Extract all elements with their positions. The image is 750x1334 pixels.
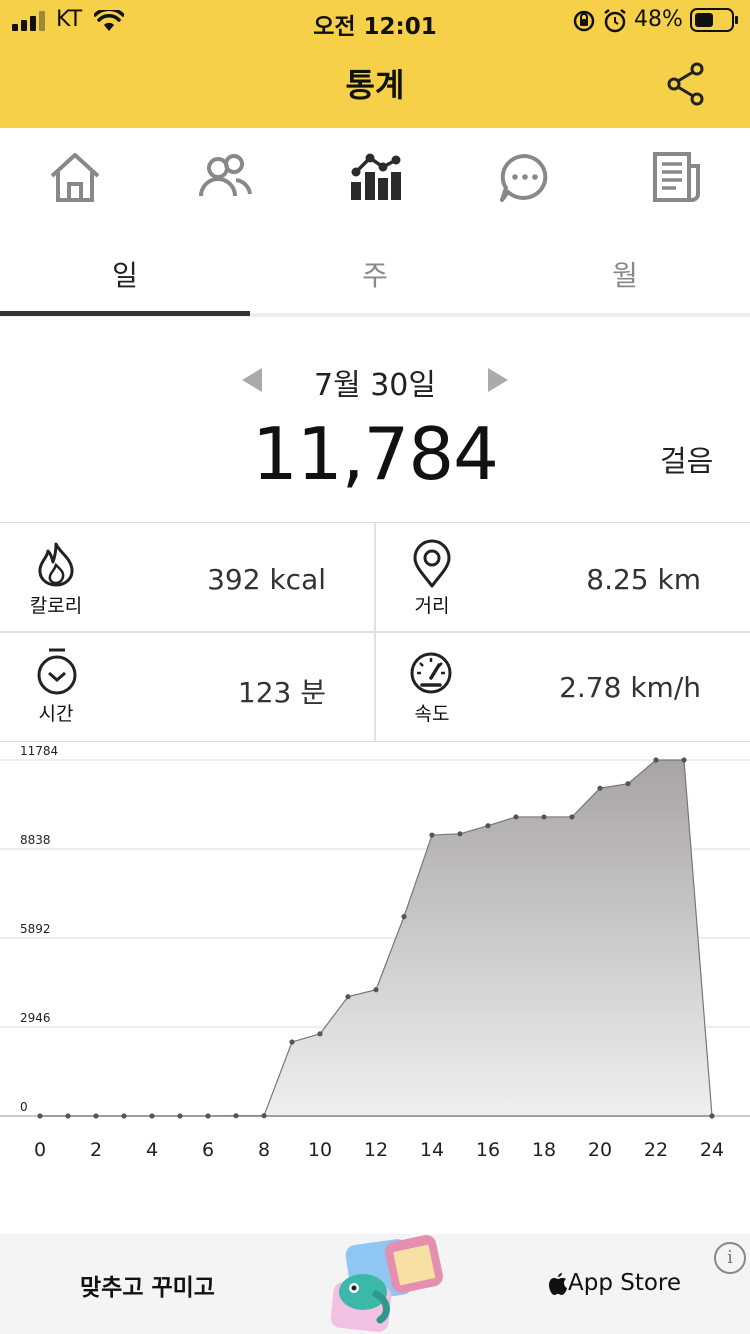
ad-game-image xyxy=(330,1235,443,1332)
time-label: 시간 xyxy=(38,703,74,725)
stopwatch-icon xyxy=(37,648,77,695)
data-point xyxy=(401,914,407,920)
data-point xyxy=(65,1113,71,1119)
x-tick-label: 0 xyxy=(34,1139,46,1161)
data-point xyxy=(681,757,687,763)
step-count: 11,784 xyxy=(252,412,499,496)
flame-icon xyxy=(38,542,74,587)
ad-text: 맞추고 꾸미고 xyxy=(80,1275,215,1301)
grid-divider-horizontal xyxy=(0,631,750,633)
chat-icon xyxy=(500,153,548,202)
data-point xyxy=(541,814,547,820)
data-point xyxy=(625,781,631,787)
data-point xyxy=(485,823,491,829)
ad-banner[interactable]: 맞추고 꾸미고 App Store i xyxy=(0,1234,750,1334)
date-selector: 7월 30일 xyxy=(0,360,750,403)
data-point xyxy=(177,1113,183,1119)
data-point xyxy=(205,1113,211,1119)
top-bar: KT 오전 12:01 48% 통계 xyxy=(0,0,750,128)
next-date-button[interactable] xyxy=(488,368,508,392)
data-point xyxy=(121,1113,127,1119)
active-tab-indicator xyxy=(0,311,250,316)
x-tick-label: 14 xyxy=(420,1139,444,1161)
nav-news[interactable] xyxy=(646,150,706,210)
nav-friends[interactable] xyxy=(196,150,256,210)
apple-logo-icon xyxy=(549,1273,567,1295)
x-tick-label: 8 xyxy=(258,1139,270,1161)
selected-date: 7월 30일 xyxy=(314,368,436,403)
x-tick-label: 16 xyxy=(476,1139,500,1161)
home-icon xyxy=(50,153,100,202)
main-nav xyxy=(0,128,750,229)
data-point xyxy=(653,757,659,763)
location-pin-icon xyxy=(413,539,451,588)
stats-icon xyxy=(351,153,401,200)
data-point xyxy=(37,1113,43,1119)
stats-grid: 칼로리 392 kcal 거리 8.25 km 시간 123 분 속도 2.78… xyxy=(0,522,750,742)
x-tick-label: 10 xyxy=(308,1139,332,1161)
x-tick-label: 22 xyxy=(644,1139,668,1161)
share-icon[interactable] xyxy=(666,62,706,106)
data-point xyxy=(317,1031,323,1037)
news-icon xyxy=(653,152,700,202)
data-point xyxy=(149,1113,155,1119)
battery-percent: 48% xyxy=(634,7,683,32)
nav-stats[interactable] xyxy=(346,150,406,210)
tab-month[interactable]: 월 xyxy=(500,254,750,294)
time-value: 123 분 xyxy=(237,676,326,709)
x-tick-label: 6 xyxy=(202,1139,214,1161)
status-bar: KT 오전 12:01 48% xyxy=(0,0,750,40)
data-point xyxy=(597,785,603,791)
data-point xyxy=(457,831,463,837)
data-point xyxy=(709,1113,715,1119)
y-tick-label: 8838 xyxy=(20,833,51,847)
data-point xyxy=(513,814,519,820)
data-point xyxy=(93,1113,99,1119)
speedometer-icon xyxy=(410,652,452,694)
data-point xyxy=(289,1039,295,1045)
x-tick-label: 20 xyxy=(588,1139,612,1161)
calorie-value: 392 kcal xyxy=(207,563,326,596)
data-point xyxy=(373,987,379,993)
y-tick-label: 11784 xyxy=(20,744,58,758)
tab-week[interactable]: 주 xyxy=(250,254,500,294)
distance-value: 8.25 km xyxy=(586,563,701,596)
x-tick-label: 24 xyxy=(700,1139,724,1161)
speed-label: 속도 xyxy=(414,703,450,725)
nav-chat[interactable] xyxy=(496,150,556,210)
y-tick-label: 5892 xyxy=(20,922,51,936)
data-point xyxy=(233,1113,239,1119)
data-point xyxy=(429,832,435,838)
alarm-icon xyxy=(604,9,626,33)
calorie-label: 칼로리 xyxy=(29,595,83,617)
app-store-label: App Store xyxy=(568,1270,682,1296)
ad-info-button[interactable]: i xyxy=(714,1242,746,1274)
nav-home[interactable] xyxy=(45,150,105,210)
x-tick-label: 18 xyxy=(532,1139,556,1161)
x-tick-label: 12 xyxy=(364,1139,388,1161)
rotation-lock-icon xyxy=(573,10,595,32)
y-tick-label: 0 xyxy=(20,1100,28,1114)
y-tick-label: 2946 xyxy=(20,1011,51,1025)
x-tick-label: 4 xyxy=(146,1139,158,1161)
data-point xyxy=(261,1113,267,1119)
data-point xyxy=(569,814,575,820)
step-unit: 걸음 xyxy=(660,444,714,478)
battery-icon xyxy=(690,8,738,32)
friends-icon xyxy=(199,154,252,197)
hourly-steps-chart: 0294658928838117840 2 4 6 8 10 12 14 16 18 20 22 24 xyxy=(0,744,750,1161)
speed-value: 2.78 km/h xyxy=(559,671,701,704)
x-tick-label: 2 xyxy=(90,1139,102,1161)
data-point xyxy=(345,994,351,1000)
period-tabs: 일 주 월 xyxy=(0,228,750,316)
page-title: 통계 xyxy=(345,66,405,104)
tab-day[interactable]: 일 xyxy=(0,254,250,294)
distance-label: 거리 xyxy=(414,595,450,617)
